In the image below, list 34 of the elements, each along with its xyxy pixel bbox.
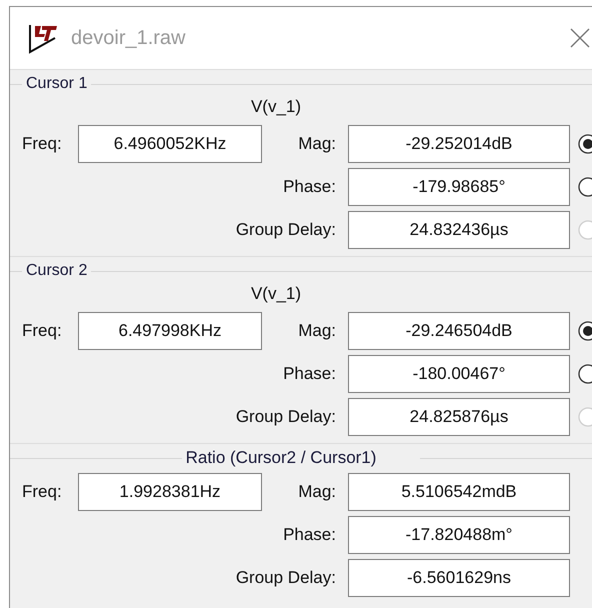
section-title: Cursor 1 bbox=[25, 75, 88, 93]
value-field[interactable]: 5.5106542mdB bbox=[348, 473, 570, 511]
value-field[interactable]: -29.246504dB bbox=[348, 312, 570, 350]
field-label: Freq: bbox=[22, 482, 63, 502]
freq-field[interactable]: 6.497998KHz bbox=[78, 312, 262, 350]
field-label: Freq: bbox=[22, 321, 63, 341]
app-icon bbox=[27, 22, 59, 54]
close-icon[interactable] bbox=[570, 28, 590, 48]
value-field[interactable]: -29.252014dB bbox=[348, 125, 570, 163]
trace-name: V(v_1) bbox=[250, 283, 302, 305]
trace-name: V(v_1) bbox=[250, 96, 302, 118]
value-field[interactable]: -6.5601629ns bbox=[348, 559, 570, 597]
window-title: devoir_1.raw bbox=[71, 26, 187, 50]
field-label: Mag: bbox=[297, 321, 337, 341]
value-field[interactable]: -179.98685° bbox=[348, 168, 570, 206]
radio-button[interactable] bbox=[578, 177, 592, 197]
field-label: Group Delay: bbox=[234, 568, 337, 588]
freq-field[interactable]: 1.9928381Hz bbox=[78, 473, 262, 511]
field-label: Group Delay: bbox=[234, 407, 337, 427]
section-title: Ratio (Cursor2 / Cursor1) bbox=[184, 448, 378, 468]
value-field[interactable]: -17.820488m° bbox=[348, 516, 570, 554]
field-label: Mag: bbox=[297, 134, 337, 154]
field-label: Phase: bbox=[282, 177, 337, 197]
field-label: Phase: bbox=[282, 364, 337, 384]
field-label: Group Delay: bbox=[234, 220, 337, 240]
radio-button[interactable] bbox=[578, 321, 592, 341]
field-label: Freq: bbox=[22, 134, 63, 154]
freq-field[interactable]: 6.4960052KHz bbox=[78, 125, 262, 163]
radio-button[interactable] bbox=[578, 364, 592, 384]
value-field[interactable]: -180.00467° bbox=[348, 355, 570, 393]
field-label: Mag: bbox=[297, 482, 337, 502]
radio-button[interactable] bbox=[578, 134, 592, 154]
field-label: Phase: bbox=[282, 525, 337, 545]
section-title: Cursor 2 bbox=[25, 262, 88, 280]
